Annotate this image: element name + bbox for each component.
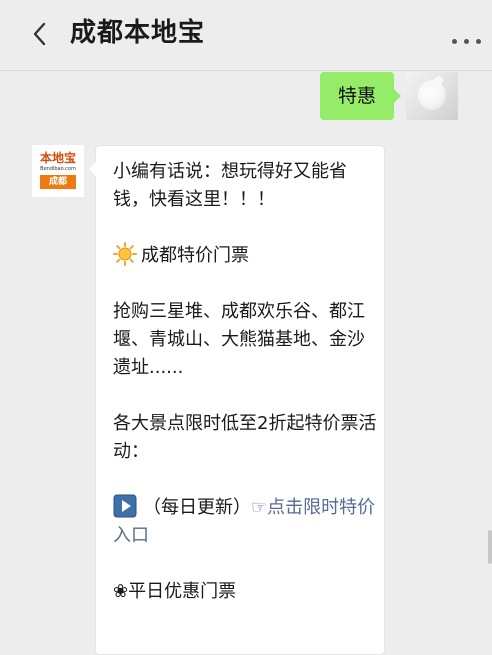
more-dot-icon — [452, 39, 457, 44]
more-dot-icon — [476, 39, 481, 44]
section-title-weekday-tickets: ❀平日优惠门票 — [113, 578, 377, 606]
chevron-left-icon — [33, 22, 46, 46]
avatar-city-badge: 成都 — [40, 175, 76, 189]
daily-update-text: （每日更新） — [143, 497, 251, 518]
play-icon — [113, 494, 137, 518]
avatar-site-text: Bendibao.com — [40, 166, 76, 172]
section2-body: 各大景点限时低至2折起特价票活动： — [113, 413, 377, 462]
sun-icon — [113, 242, 137, 266]
scrollbar[interactable] — [488, 530, 492, 564]
section-title-discount-tickets: 成都特价门票 — [113, 242, 377, 270]
chat-title: 成都本地宝 — [70, 18, 206, 48]
bot-avatar[interactable]: 本地宝 Bendibao.com 成都 — [32, 145, 84, 197]
section3-title: 平日优惠门票 — [128, 581, 237, 602]
pointer-hand-icon: ☞ — [251, 497, 268, 518]
daily-update-line: （每日更新）☞点击限时特价入口 — [113, 494, 377, 550]
more-dot-icon — [464, 39, 469, 44]
received-message-bubble[interactable]: 小编有话说：想玩得好又能省钱，快看这里！！！ 成都特价门票 抢购三星堆、成都欢乐… — [89, 145, 385, 655]
flower-icon: ❀ — [113, 581, 129, 602]
intro-text: 小编有话说：想玩得好又能省钱，快看这里！！！ — [113, 161, 347, 210]
sent-message-bubble[interactable]: 特惠 — [320, 72, 401, 120]
user-avatar[interactable] — [406, 72, 458, 120]
section1-title: 成都特价门票 — [141, 245, 249, 266]
more-options-button[interactable] — [450, 28, 484, 50]
chat-header: 成都本地宝 — [0, 0, 492, 71]
section1-body: 抢购三星堆、成都欢乐谷、都江堰、青城山、大熊猫基地、金沙遗址...... — [113, 301, 365, 378]
avatar-brand-text: 本地宝 — [39, 151, 76, 165]
back-button[interactable] — [26, 17, 60, 51]
